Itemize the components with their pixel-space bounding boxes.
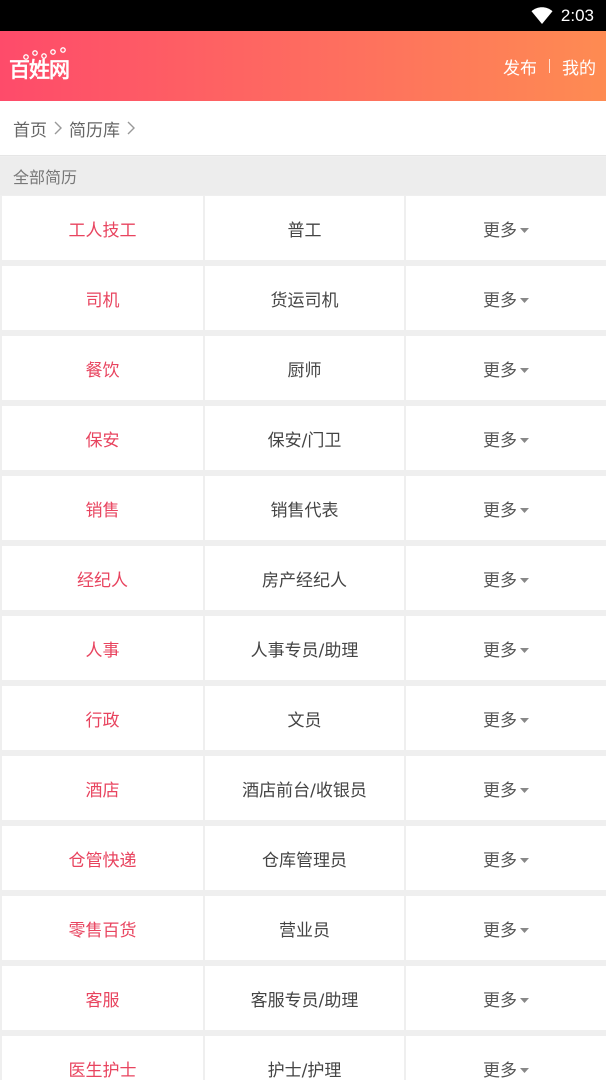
caret-down-icon (520, 507, 529, 513)
table-row: 医生护士 护士/护理更多 (0, 1036, 606, 1080)
breadcrumb: 首页 简历库 (0, 101, 606, 156)
table-row: 客服 客服专员/助理 更多 (0, 966, 606, 1030)
header-actions: 发布 我的 (503, 54, 596, 79)
caret-down-icon (520, 647, 529, 653)
more-dropdown[interactable]: 更多 (406, 196, 606, 260)
category-cell[interactable]: 客服 (2, 966, 203, 1030)
subcategory-cell[interactable]: 普工 (205, 196, 404, 260)
category-cell[interactable]: 经纪人 (2, 546, 203, 610)
chevron-right-icon (127, 121, 135, 135)
subcategory-cell[interactable]: 人事专员/助理 (205, 616, 404, 680)
more-label: 更多 (483, 570, 517, 591)
caret-down-icon (520, 857, 529, 863)
more-dropdown[interactable]: 更多 (406, 686, 606, 750)
more-dropdown[interactable]: 更多 (406, 546, 606, 610)
more-dropdown[interactable]: 更多 (406, 336, 606, 400)
publish-link[interactable]: 发布 (503, 54, 537, 79)
category-cell[interactable]: 司机 (2, 266, 203, 330)
more-label: 更多 (483, 710, 517, 731)
more-label: 更多 (483, 360, 517, 381)
category-cell[interactable]: 医生护士 (2, 1036, 203, 1080)
section-title: 全部简历 (0, 157, 606, 195)
table-row: 行政 文员 更多 (0, 686, 606, 750)
table-row: 仓管快递 仓库管理员 更多 (0, 826, 606, 890)
more-dropdown[interactable]: 更多 (406, 266, 606, 330)
baixing-logo[interactable]: 百姓网 (9, 46, 79, 86)
status-time: 2:03 (560, 5, 594, 25)
subcategory-cell[interactable]: 文员 (205, 686, 404, 750)
caret-down-icon (520, 1067, 529, 1073)
more-label: 更多 (483, 430, 517, 451)
more-dropdown[interactable]: 更多 (406, 476, 606, 540)
category-cell[interactable]: 行政 (2, 686, 203, 750)
more-dropdown[interactable]: 更多 (406, 896, 606, 960)
table-row: 保安 保安/门卫 更多 (0, 406, 606, 470)
more-dropdown[interactable]: 更多 (406, 1036, 606, 1080)
category-cell[interactable]: 酒店 (2, 756, 203, 820)
wifi-icon (531, 6, 553, 24)
category-cell[interactable]: 仓管快递 (2, 826, 203, 890)
caret-down-icon (520, 367, 529, 373)
caret-down-icon (520, 297, 529, 303)
subcategory-cell[interactable]: 货运司机 (205, 266, 404, 330)
category-cell[interactable]: 人事 (2, 616, 203, 680)
subcategory-cell[interactable]: 房产经纪人 (205, 546, 404, 610)
category-cell[interactable]: 餐饮 (2, 336, 203, 400)
category-cell[interactable]: 零售百货 (2, 896, 203, 960)
breadcrumb-resume-library[interactable]: 简历库 (69, 116, 120, 141)
more-label: 更多 (483, 1060, 517, 1080)
more-label: 更多 (483, 780, 517, 801)
subcategory-cell[interactable]: 保安/门卫 (205, 406, 404, 470)
subcategory-cell[interactable]: 仓库管理员 (205, 826, 404, 890)
more-dropdown[interactable]: 更多 (406, 966, 606, 1030)
logo-text: 百姓网 (9, 58, 70, 82)
my-account-link[interactable]: 我的 (562, 54, 596, 79)
caret-down-icon (520, 437, 529, 443)
table-row: 经纪人 房产经纪人 更多 (0, 546, 606, 610)
more-label: 更多 (483, 990, 517, 1011)
caret-down-icon (520, 717, 529, 723)
more-label: 更多 (483, 640, 517, 661)
subcategory-cell[interactable]: 酒店前台/收银员 (205, 756, 404, 820)
more-dropdown[interactable]: 更多 (406, 756, 606, 820)
table-row: 餐饮 厨师 更多 (0, 336, 606, 400)
table-row: 零售百货 营业员 更多 (0, 896, 606, 960)
subcategory-cell[interactable]: 营业员 (205, 896, 404, 960)
caret-down-icon (520, 927, 529, 933)
caret-down-icon (520, 997, 529, 1003)
table-row: 工人技工 普工 更多 (0, 196, 606, 260)
table-row: 酒店 酒店前台/收银员 更多 (0, 756, 606, 820)
more-label: 更多 (483, 850, 517, 871)
more-dropdown[interactable]: 更多 (406, 406, 606, 470)
more-dropdown[interactable]: 更多 (406, 826, 606, 890)
header-divider (549, 59, 550, 73)
resume-category-table: 工人技工 普工 更多 司机 货运司机 更多 餐饮 厨师 更多 保安 保安/门卫 更多 销售 销售代表 更多经… (0, 196, 606, 1080)
table-row: 司机 货运司机 更多 (0, 266, 606, 330)
subcategory-cell[interactable]: 厨师 (205, 336, 404, 400)
category-cell[interactable]: 销售 (2, 476, 203, 540)
section-title-text: 全部简历 (13, 168, 78, 187)
category-cell[interactable]: 工人技工 (2, 196, 203, 260)
breadcrumb-home[interactable]: 首页 (13, 116, 47, 141)
category-cell[interactable]: 保安 (2, 406, 203, 470)
status-bar: 2:03 (0, 0, 606, 31)
chevron-right-icon (54, 121, 62, 135)
subcategory-cell[interactable]: 护士/护理 (205, 1036, 404, 1080)
table-row: 销售 销售代表 更多 (0, 476, 606, 540)
more-label: 更多 (483, 220, 517, 241)
table-row: 人事 人事专员/助理 更多 (0, 616, 606, 680)
app-header: 百姓网 发布 我的 (0, 31, 606, 101)
more-dropdown[interactable]: 更多 (406, 616, 606, 680)
caret-down-icon (520, 787, 529, 793)
more-label: 更多 (483, 290, 517, 311)
caret-down-icon (520, 227, 529, 233)
more-label: 更多 (483, 920, 517, 941)
more-label: 更多 (483, 500, 517, 521)
caret-down-icon (520, 577, 529, 583)
subcategory-cell[interactable]: 客服专员/助理 (205, 966, 404, 1030)
subcategory-cell[interactable]: 销售代表 (205, 476, 404, 540)
